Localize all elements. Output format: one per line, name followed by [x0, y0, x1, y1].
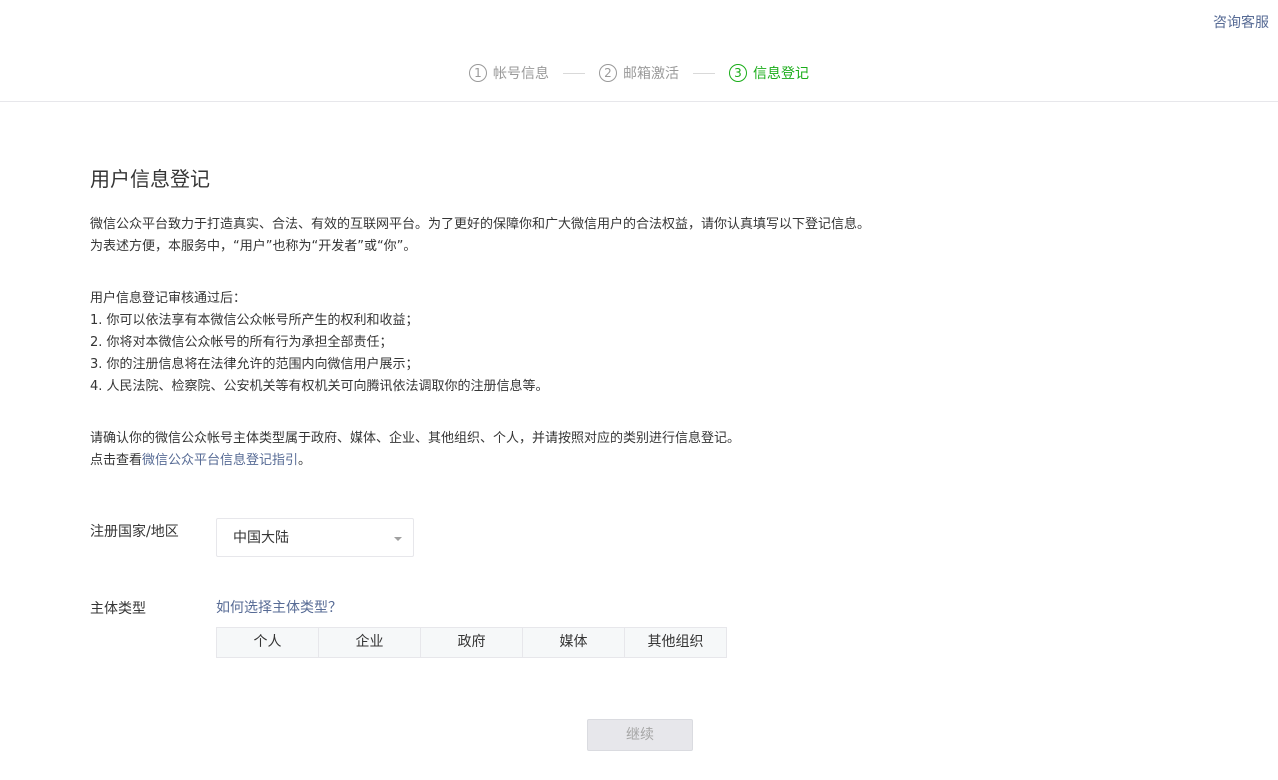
- step-label: 信息登记: [753, 66, 809, 82]
- step-info-registration: 3 信息登记: [729, 63, 809, 83]
- country-select[interactable]: 中国大陆: [216, 518, 414, 557]
- subject-option-government[interactable]: 政府: [421, 628, 523, 657]
- confirm-line: 请确认你的微信公众帐号主体类型属于政府、媒体、企业、其他组织、个人，并请按照对应…: [90, 431, 741, 446]
- intro-line: 为表述方便，本服务中，“用户”也称为“开发者”或“你”。: [90, 239, 417, 254]
- subject-type-options: 个人 企业 政府 媒体 其他组织: [216, 627, 727, 658]
- confirm-paragraph: 请确认你的微信公众帐号主体类型属于政府、媒体、企业、其他组织、个人，并请按照对应…: [90, 428, 740, 472]
- intro-line: 微信公众平台致力于打造真实、合法、有效的互联网平台。为了更好的保障你和广大微信用…: [90, 217, 871, 232]
- step-number: 2: [599, 64, 617, 82]
- confirm-prefix: 点击查看: [90, 453, 143, 468]
- list-item: 4. 人民法院、检察院、公安机关等有权机关可向腾讯依法调取你的注册信息等。: [90, 379, 549, 394]
- confirm-line: 点击查看微信公众平台信息登记指引。: [90, 450, 740, 472]
- customer-service-link[interactable]: 咨询客服: [1213, 12, 1269, 32]
- step-label: 邮箱激活: [623, 66, 679, 82]
- step-number: 3: [729, 64, 747, 82]
- intro-paragraph: 微信公众平台致力于打造真实、合法、有效的互联网平台。为了更好的保障你和广大微信用…: [90, 214, 870, 258]
- step-label: 帐号信息: [493, 66, 549, 82]
- country-label: 注册国家/地区: [90, 524, 179, 540]
- subject-option-other-org[interactable]: 其他组织: [625, 628, 726, 657]
- country-selected-value: 中国大陆: [233, 530, 289, 546]
- main-content: 用户信息登记 微信公众平台致力于打造真实、合法、有效的互联网平台。为了更好的保障…: [90, 165, 1190, 658]
- page-title: 用户信息登记: [90, 167, 210, 191]
- step-email-activation: 2 邮箱激活: [599, 63, 679, 83]
- subject-option-individual[interactable]: 个人: [217, 628, 319, 657]
- continue-button[interactable]: 继续: [587, 719, 693, 751]
- subject-option-enterprise[interactable]: 企业: [319, 628, 421, 657]
- list-item: 1. 你可以依法享有本微信公众帐号所产生的权利和收益；: [90, 313, 419, 328]
- after-review-heading: 用户信息登记审核通过后：: [90, 291, 247, 306]
- step-divider: [563, 72, 585, 74]
- step-number: 1: [469, 64, 487, 82]
- step-account-info: 1 帐号信息: [469, 63, 549, 83]
- subject-option-media[interactable]: 媒体: [523, 628, 625, 657]
- after-review-list: 用户信息登记审核通过后： 1. 你可以依法享有本微信公众帐号所产生的权利和收益；…: [90, 288, 549, 398]
- header-divider: [0, 101, 1278, 102]
- confirm-suffix: 。: [298, 453, 312, 468]
- list-item: 3. 你的注册信息将在法律允许的范围内向微信用户展示；: [90, 357, 419, 372]
- list-item: 2. 你将对本微信公众帐号的所有行为承担全部责任；: [90, 335, 393, 350]
- subject-type-label: 主体类型: [90, 601, 146, 617]
- registration-guide-link[interactable]: 微信公众平台信息登记指引: [142, 453, 298, 468]
- step-divider: [693, 72, 715, 74]
- registration-steps: 1 帐号信息 2 邮箱激活 3 信息登记: [0, 62, 1278, 84]
- dropdown-arrow-icon: [394, 537, 402, 541]
- subject-type-help-link[interactable]: 如何选择主体类型？: [216, 597, 342, 617]
